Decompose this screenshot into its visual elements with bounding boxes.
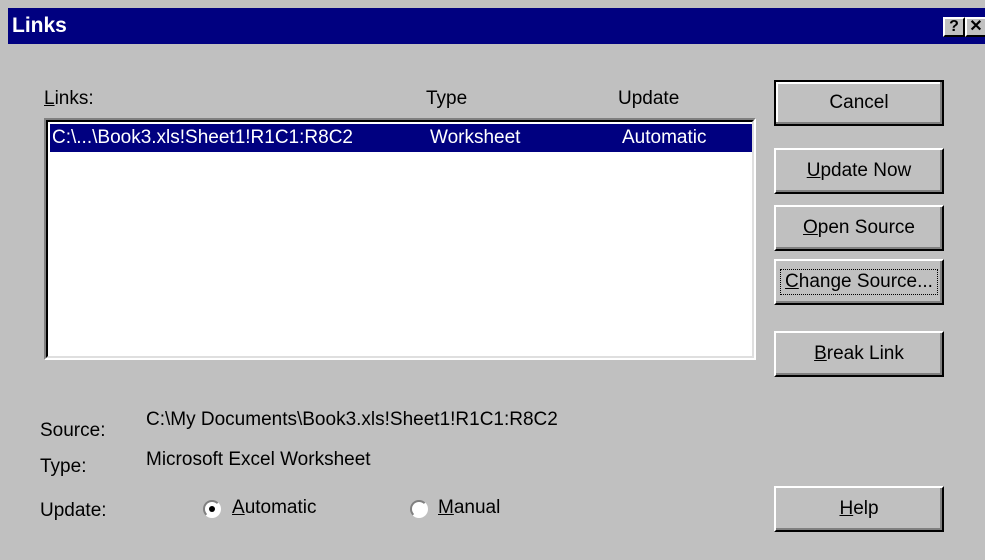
- link-path-cell: C:\...\Book3.xls!Sheet1!R1C1:R8C2: [52, 127, 353, 148]
- change-source-label: Change Source...: [780, 269, 938, 295]
- links-dialog: Links ? ✕ Links: Type Update C:\...\Book…: [0, 0, 985, 560]
- table-row[interactable]: C:\...\Book3.xls!Sheet1!R1C1:R8C2 Worksh…: [50, 124, 752, 152]
- cancel-button-label: Cancel: [829, 92, 889, 113]
- open-source-button[interactable]: Open Source: [774, 205, 944, 251]
- automatic-radio-label[interactable]: Automatic: [232, 497, 317, 519]
- links-listbox[interactable]: C:\...\Book3.xls!Sheet1!R1C1:R8C2 Worksh…: [44, 118, 756, 360]
- type-label: Type:: [40, 456, 87, 477]
- break-link-label: Break Link: [814, 343, 904, 364]
- column-header-update: Update: [618, 88, 680, 109]
- type-value: Microsoft Excel Worksheet: [146, 449, 371, 470]
- help-question-button[interactable]: ?: [943, 17, 965, 37]
- listbox-border: C:\...\Book3.xls!Sheet1!R1C1:R8C2 Worksh…: [46, 120, 754, 358]
- change-source-button[interactable]: Change Source...: [774, 259, 944, 305]
- radio-selected-dot: [209, 506, 215, 512]
- title-bar[interactable]: Links ? ✕: [8, 8, 985, 44]
- window-title: Links: [12, 14, 67, 37]
- question-mark-icon: ?: [949, 18, 959, 35]
- help-button[interactable]: Help: [774, 486, 944, 532]
- update-now-button[interactable]: Update Now: [774, 148, 944, 194]
- update-label: Update:: [40, 500, 107, 521]
- source-label: Source:: [40, 420, 106, 441]
- link-update-cell: Automatic: [622, 127, 707, 148]
- break-link-button[interactable]: Break Link: [774, 331, 944, 377]
- close-icon: ✕: [969, 18, 983, 35]
- column-header-type: Type: [426, 88, 468, 109]
- cancel-button[interactable]: Cancel: [774, 80, 944, 126]
- link-type-cell: Worksheet: [430, 127, 521, 148]
- source-value: C:\My Documents\Book3.xls!Sheet1!R1C1:R8…: [146, 409, 558, 430]
- links-list-label: Links:: [44, 88, 94, 109]
- manual-radio[interactable]: [410, 500, 428, 518]
- open-source-label: Open Source: [803, 217, 915, 238]
- update-now-label: Update Now: [806, 160, 912, 181]
- help-label: Help: [839, 498, 879, 519]
- manual-radio-label[interactable]: Manual: [438, 497, 500, 519]
- automatic-radio[interactable]: [203, 500, 221, 518]
- close-button[interactable]: ✕: [965, 17, 985, 37]
